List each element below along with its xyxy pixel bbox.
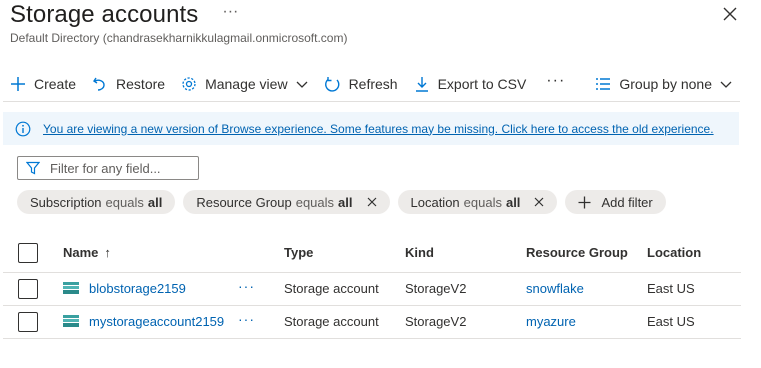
pill-operator: equals: [295, 194, 335, 210]
pill-operator: equals: [105, 194, 144, 210]
directory-subtitle: Default Directory (chandrasekharnikkulag…: [10, 31, 348, 45]
restore-button[interactable]: Restore: [92, 68, 165, 100]
manage-view-button[interactable]: Manage view: [181, 68, 308, 100]
pill-operator: equals: [463, 194, 502, 210]
create-label: Create: [34, 76, 77, 92]
select-all-cell: [3, 234, 63, 273]
add-filter-button[interactable]: Add filter: [565, 190, 666, 214]
row-select-cell: [3, 272, 63, 305]
resource-group-link[interactable]: myazure: [526, 314, 576, 329]
gear-icon: [182, 77, 196, 91]
row-checkbox[interactable]: [18, 278, 38, 299]
column-header-type[interactable]: Type: [284, 234, 405, 273]
manage-view-label: Manage view: [205, 76, 288, 92]
info-banner: You are viewing a new version of Browse …: [3, 112, 739, 145]
create-button[interactable]: Create: [10, 68, 76, 100]
refresh-icon: [324, 76, 339, 92]
name-cell: mystorageaccount2159: [63, 305, 238, 338]
table-header-row: Name ↑ Type Kind Resource Group Location: [3, 234, 741, 273]
row-select-cell: [3, 305, 63, 338]
storage-accounts-table: Name ↑ Type Kind Resource Group Location …: [3, 234, 741, 339]
column-header-name[interactable]: Name ↑: [63, 234, 238, 273]
filter-input[interactable]: [50, 160, 190, 176]
pill-value: all: [338, 194, 353, 210]
location-filter-pill[interactable]: Location equals all: [397, 190, 558, 214]
pill-field: Resource Group: [196, 194, 292, 210]
select-all-checkbox[interactable]: [18, 242, 38, 263]
chevron-down-icon: [296, 81, 308, 88]
kind-cell: StorageV2: [405, 314, 467, 329]
resource-name-link[interactable]: mystorageaccount2159: [89, 314, 224, 329]
plus-icon: [578, 196, 591, 208]
group-by-dropdown[interactable]: Group by none: [595, 68, 732, 100]
filter-icon: [26, 161, 40, 175]
resource-group-filter-pill[interactable]: Resource Group equals all: [183, 190, 390, 214]
storage-account-icon: [63, 282, 79, 294]
row-more-button[interactable]: ···: [238, 311, 255, 327]
name-cell: blobstorage2159: [63, 272, 238, 305]
undo-icon: [93, 77, 105, 91]
storage-account-icon: [63, 315, 79, 327]
group-by-label: Group by none: [619, 76, 712, 92]
location-cell: East US: [647, 281, 695, 296]
filter-pills: Subscription equals all Resource Group e…: [17, 190, 674, 214]
table-row: mystorageaccount2159 ··· Storage account…: [3, 305, 741, 338]
resource-group-link[interactable]: snowflake: [526, 281, 584, 296]
refresh-button[interactable]: Refresh: [324, 68, 398, 100]
pill-value: all: [147, 194, 163, 210]
chevron-down-icon: [720, 81, 732, 88]
pill-field: Subscription: [30, 194, 102, 210]
page-title: Storage accounts: [10, 1, 199, 28]
close-icon[interactable]: [367, 197, 377, 207]
resource-name-link[interactable]: blobstorage2159: [89, 281, 186, 296]
title-more-button[interactable]: ···: [222, 3, 238, 21]
list-icon: [596, 78, 611, 90]
sort-ascending-icon: ↑: [104, 245, 111, 261]
subscription-filter-pill[interactable]: Subscription equals all: [17, 190, 176, 214]
row-more-cell: ···: [238, 305, 284, 338]
toolbar-more-button[interactable]: ···: [546, 72, 565, 90]
refresh-label: Refresh: [348, 76, 398, 92]
table-row: blobstorage2159 ··· Storage account Stor…: [3, 272, 741, 305]
restore-label: Restore: [116, 76, 166, 92]
location-cell: East US: [647, 314, 695, 329]
column-header-kind[interactable]: Kind: [405, 234, 526, 273]
column-header-resource-group[interactable]: Resource Group: [526, 234, 647, 273]
old-experience-link[interactable]: You are viewing a new version of Browse …: [43, 122, 714, 136]
info-icon: [15, 121, 31, 136]
command-bar: Create Restore Manage view Refresh Expor…: [10, 68, 740, 100]
row-more-button[interactable]: ···: [238, 278, 255, 294]
download-icon: [415, 77, 428, 92]
kind-cell: StorageV2: [405, 281, 467, 296]
row-more-cell: ···: [238, 272, 284, 305]
pill-field: Location: [410, 194, 460, 210]
type-cell: Storage account: [284, 314, 379, 329]
close-icon[interactable]: [534, 197, 544, 207]
pill-value: all: [505, 194, 521, 210]
column-header-location[interactable]: Location: [647, 234, 741, 273]
resource-group-cell: myazure: [526, 305, 647, 338]
export-csv-button[interactable]: Export to CSV: [414, 68, 527, 100]
column-header-spacer: [238, 234, 284, 273]
row-checkbox[interactable]: [18, 311, 38, 332]
filter-box[interactable]: [17, 156, 199, 180]
plus-icon: [11, 77, 25, 91]
add-filter-label: Add filter: [601, 194, 653, 210]
toolbar-divider: [3, 101, 740, 102]
export-csv-label: Export to CSV: [437, 76, 527, 92]
resource-group-cell: snowflake: [526, 272, 647, 305]
type-cell: Storage account: [284, 281, 379, 296]
page-header: Storage accounts ···: [10, 0, 238, 30]
close-icon[interactable]: [721, 5, 739, 23]
